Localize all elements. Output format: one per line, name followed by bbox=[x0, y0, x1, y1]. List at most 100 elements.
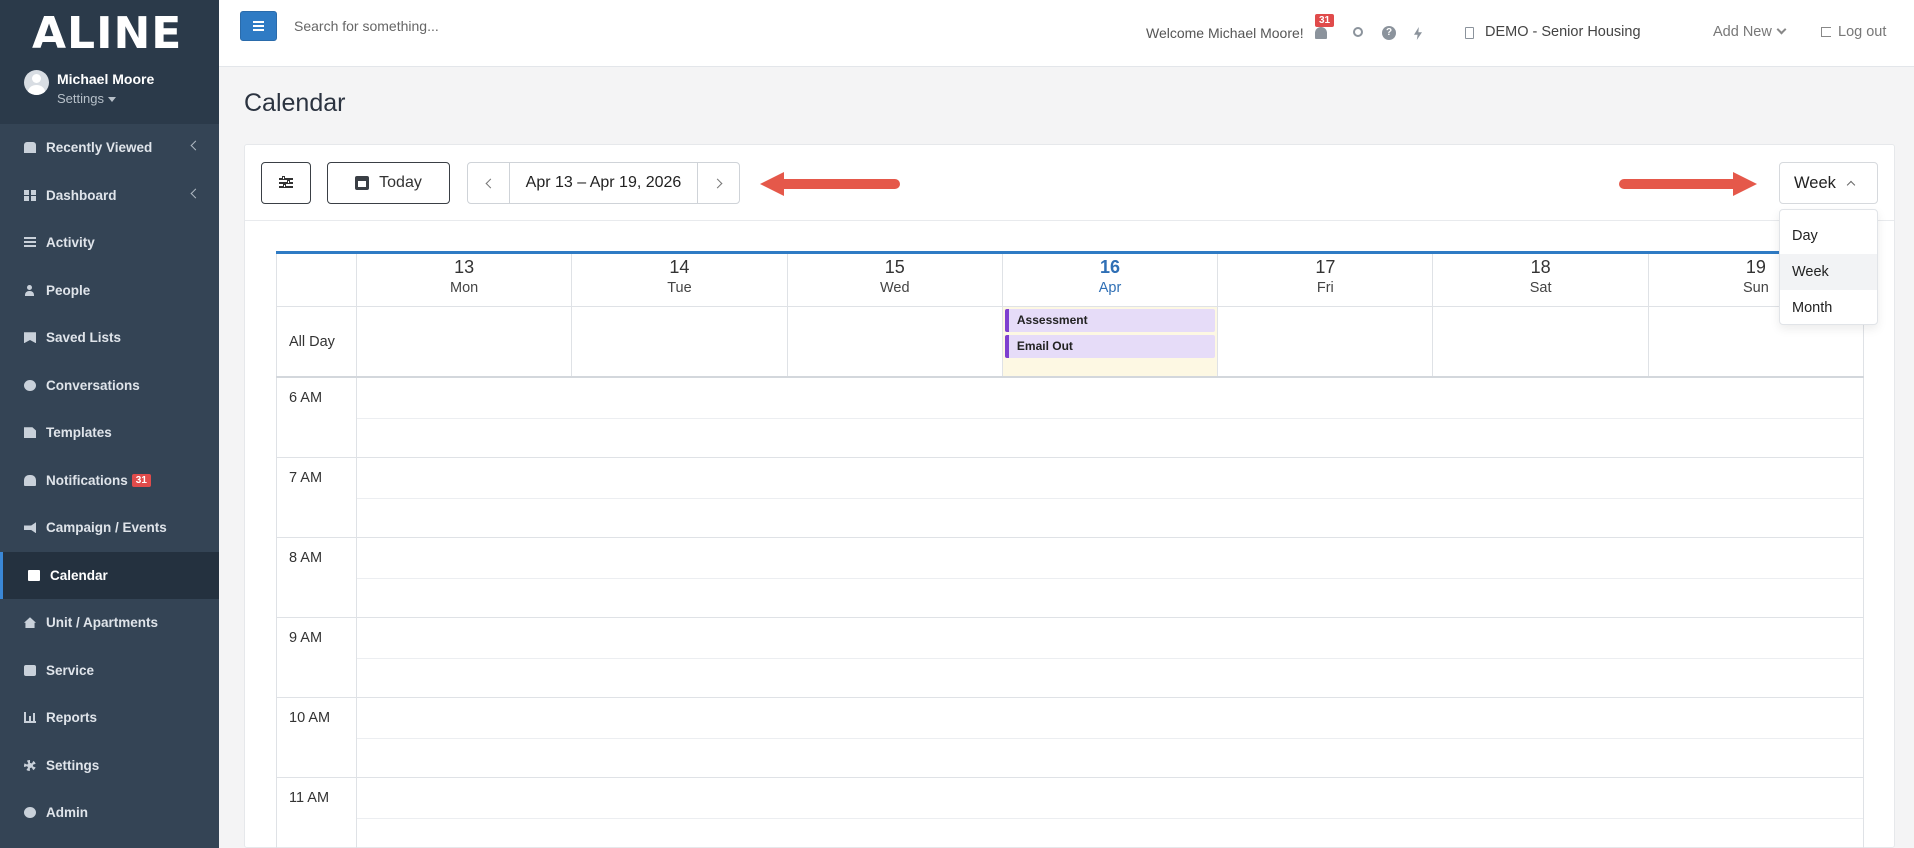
sidebar-item-label: Recently Viewed bbox=[46, 140, 153, 156]
sidebar-item-activity[interactable]: Activity bbox=[0, 219, 219, 267]
sidebar-item-templates[interactable]: Templates bbox=[0, 409, 219, 457]
sidebar-item-conversations[interactable]: Conversations bbox=[0, 362, 219, 410]
sidebar-item-settings[interactable]: Settings bbox=[0, 742, 219, 790]
building-icon bbox=[1465, 27, 1474, 39]
day-header[interactable]: 15 Wed bbox=[788, 254, 1003, 306]
activity-icon bbox=[24, 237, 36, 249]
hamburger-icon bbox=[253, 21, 264, 23]
user-settings-label: Settings bbox=[57, 91, 104, 106]
add-new-dropdown[interactable]: Add New bbox=[1713, 24, 1787, 40]
users-icon bbox=[24, 142, 36, 154]
time-label: 9 AM bbox=[276, 618, 357, 697]
all-day-label: All Day bbox=[276, 307, 357, 376]
view-option-day[interactable]: Day bbox=[1780, 218, 1877, 254]
day-name: Apr bbox=[1098, 280, 1122, 296]
next-week-button[interactable] bbox=[697, 163, 739, 203]
chat-icon bbox=[24, 379, 36, 391]
bookmark-icon bbox=[24, 332, 36, 344]
bell-icon[interactable] bbox=[1315, 27, 1327, 39]
today-label: Today bbox=[379, 174, 422, 191]
calendar-icon bbox=[355, 176, 370, 190]
all-day-cell[interactable] bbox=[1218, 307, 1434, 376]
bar-chart-icon bbox=[24, 712, 36, 724]
week-grid: 13 Mon 14 Tue 15 Wed 16 Apr 17 Fri 18 Sat 19 Su… bbox=[276, 251, 1864, 848]
today-button[interactable]: Today bbox=[327, 162, 450, 204]
day-header-today[interactable]: 16 Apr bbox=[1003, 254, 1219, 306]
day-name: Mon bbox=[450, 280, 479, 296]
filter-button[interactable] bbox=[261, 162, 311, 204]
sidebar-item-label: Campaign / Events bbox=[46, 520, 167, 536]
sidebar-item-label: Calendar bbox=[50, 567, 108, 583]
view-selector[interactable]: Week bbox=[1779, 162, 1878, 204]
annotation-arrow-right bbox=[1619, 172, 1757, 196]
day-name: Fri bbox=[1316, 280, 1334, 296]
view-option-week[interactable]: Week bbox=[1780, 254, 1877, 290]
time-slot[interactable] bbox=[357, 698, 1864, 777]
chevron-down-icon bbox=[1776, 24, 1787, 35]
bolt-icon[interactable] bbox=[1414, 27, 1422, 40]
day-header[interactable]: 13 Mon bbox=[357, 254, 573, 306]
all-day-cell[interactable] bbox=[1433, 307, 1649, 376]
sidebar-item-calendar[interactable]: Calendar bbox=[0, 551, 219, 599]
sidebar-item-label: Notifications bbox=[46, 472, 128, 488]
calendar-icon bbox=[28, 569, 40, 581]
time-row: 9 AM bbox=[276, 618, 1864, 698]
day-header[interactable]: 14 Tue bbox=[572, 254, 788, 306]
all-day-cell[interactable] bbox=[572, 307, 788, 376]
all-day-cell[interactable] bbox=[357, 307, 573, 376]
add-new-label: Add New bbox=[1713, 24, 1772, 40]
logout-link[interactable]: Log out bbox=[1821, 24, 1886, 40]
day-header-row: 13 Mon 14 Tue 15 Wed 16 Apr 17 Fri 18 Sat 19 Su… bbox=[276, 254, 1864, 307]
sidebar-item-unit-apartments[interactable]: Unit / Apartments bbox=[0, 599, 219, 647]
day-header[interactable]: 18 Sat bbox=[1433, 254, 1649, 306]
search-icon[interactable] bbox=[1353, 27, 1363, 37]
menu-toggle-button[interactable] bbox=[240, 11, 277, 41]
gear-icon bbox=[24, 759, 36, 771]
avatar[interactable] bbox=[24, 70, 49, 95]
time-row: 11 AM bbox=[276, 778, 1864, 848]
day-header[interactable]: 17 Fri bbox=[1218, 254, 1434, 306]
sidebar-item-label: Conversations bbox=[46, 377, 140, 393]
time-slot[interactable] bbox=[357, 378, 1864, 457]
sidebar-item-label: People bbox=[46, 282, 91, 298]
calendar-event[interactable]: Assessment bbox=[1004, 309, 1215, 332]
time-slot[interactable] bbox=[357, 618, 1864, 697]
briefcase-icon bbox=[24, 664, 36, 676]
time-row: 8 AM bbox=[276, 538, 1864, 618]
app-logo[interactable]: ALINE bbox=[32, 8, 182, 59]
dashboard-icon bbox=[24, 189, 36, 201]
time-label: 6 AM bbox=[276, 378, 357, 457]
notification-count-badge: 31 bbox=[131, 473, 151, 487]
sidebar-item-admin[interactable]: Admin bbox=[0, 789, 219, 837]
sidebar-item-people[interactable]: People bbox=[0, 267, 219, 315]
sidebar-item-reports[interactable]: Reports bbox=[0, 694, 219, 742]
time-slot[interactable] bbox=[357, 458, 1864, 537]
help-icon[interactable]: ? bbox=[1382, 26, 1396, 40]
sidebar-item-dashboard[interactable]: Dashboard bbox=[0, 172, 219, 220]
sidebar-item-saved-lists[interactable]: Saved Lists bbox=[0, 314, 219, 362]
organization-switcher[interactable]: DEMO - Senior Housing bbox=[1485, 24, 1641, 40]
time-label: 11 AM bbox=[276, 778, 357, 848]
sidebar-item-service[interactable]: Service bbox=[0, 647, 219, 695]
sidebar-item-label: Admin bbox=[46, 805, 88, 821]
day-number: 18 bbox=[1530, 257, 1551, 277]
time-slot[interactable] bbox=[357, 778, 1864, 848]
search-input[interactable] bbox=[294, 18, 594, 34]
sidebar-item-label: Dashboard bbox=[46, 187, 117, 203]
time-grid: 6 AM 7 AM 8 AM 9 AM 10 AM 11 AM bbox=[276, 378, 1864, 848]
user-settings-dropdown[interactable]: Settings bbox=[57, 91, 116, 106]
sidebar-brand: ALINE Michael Moore Settings bbox=[0, 0, 219, 124]
notification-badge: 31 bbox=[1315, 14, 1335, 27]
sidebar-item-notifications[interactable]: Notifications 31 bbox=[0, 457, 219, 505]
sidebar-item-recently-viewed[interactable]: Recently Viewed bbox=[0, 124, 219, 172]
day-name: Wed bbox=[879, 280, 910, 296]
time-label: 8 AM bbox=[276, 538, 357, 617]
all-day-cell-today[interactable]: Assessment Email Out bbox=[1002, 307, 1219, 376]
time-slot[interactable] bbox=[357, 538, 1864, 617]
all-day-cell[interactable] bbox=[788, 307, 1003, 376]
chevron-left-icon bbox=[190, 188, 201, 198]
calendar-event[interactable]: Email Out bbox=[1004, 335, 1215, 358]
view-option-month[interactable]: Month bbox=[1780, 290, 1877, 326]
previous-week-button[interactable] bbox=[468, 163, 510, 203]
sidebar-item-campaign-events[interactable]: Campaign / Events bbox=[0, 504, 219, 552]
